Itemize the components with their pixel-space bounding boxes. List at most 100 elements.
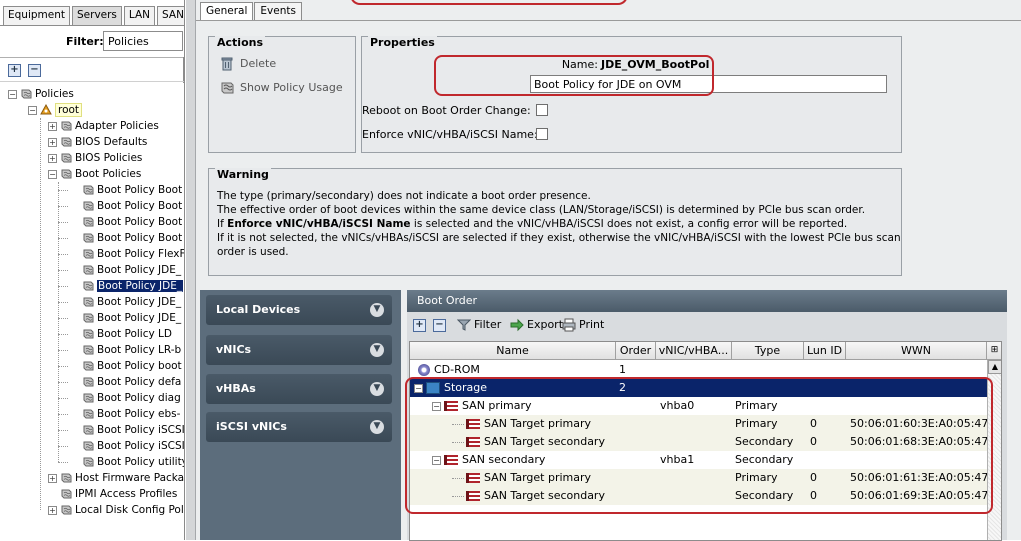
description-input[interactable] — [530, 75, 887, 93]
scroll-up-icon[interactable]: ▲ — [988, 360, 1001, 374]
policy-icon — [61, 473, 72, 483]
splitter[interactable] — [186, 0, 196, 540]
tree-item-root[interactable]: − root — [28, 102, 83, 118]
filter-button[interactable]: Filter — [457, 317, 501, 333]
enforce-checkbox[interactable] — [536, 128, 548, 140]
tree-item[interactable]: Boot Policy JDE_ — [70, 278, 184, 294]
tree-item[interactable]: + BIOS Defaults — [48, 134, 147, 150]
tab-san[interactable]: SAN — [157, 6, 184, 25]
tab-general[interactable]: General — [200, 2, 254, 21]
tree-item[interactable]: Boot Policy JDE_ — [70, 294, 181, 310]
policy-icon — [83, 297, 94, 307]
tree-item[interactable]: − Boot Policies — [48, 166, 141, 182]
export-icon — [510, 318, 524, 332]
collapse-icon[interactable]: − — [414, 383, 423, 393]
accordion-vhbas[interactable]: vHBAs ▼ — [206, 374, 392, 404]
expand-icon[interactable]: + — [48, 505, 57, 515]
collapse-icon[interactable]: − — [28, 105, 37, 115]
table-row[interactable]: − SAN primary vhba0 Primary — [410, 397, 987, 415]
tab-equipment[interactable]: Equipment — [3, 6, 70, 25]
column-header-vnic[interactable]: vNIC/vHBA... — [656, 342, 732, 360]
delete-action[interactable]: Delete — [219, 55, 276, 73]
vertical-scrollbar[interactable]: ▲ — [987, 360, 1001, 540]
tab-servers[interactable]: Servers — [72, 6, 122, 25]
column-chooser-icon[interactable]: ⊞ — [987, 342, 1001, 360]
policy-icon — [61, 137, 72, 147]
show-policy-usage-action[interactable]: Show Policy Usage — [219, 79, 343, 97]
row-type: Primary — [735, 399, 778, 412]
table-row[interactable]: − Storage 2 — [410, 379, 987, 397]
tree-item[interactable]: + Adapter Policies — [48, 118, 159, 134]
tree-item[interactable]: + Host Firmware Packa — [48, 470, 184, 486]
tree-item[interactable]: Boot Policy defa — [70, 374, 181, 390]
tree-item[interactable]: Boot Policy JDE_ — [70, 310, 181, 326]
accordion-vnics[interactable]: vNICs ▼ — [206, 335, 392, 365]
expand-icon[interactable]: + — [48, 153, 57, 163]
policy-icon — [221, 82, 234, 94]
expand-icon[interactable]: + — [48, 121, 57, 131]
tree-item[interactable]: Boot Policy Boot — [70, 198, 182, 214]
accordion-iscsi-vnics[interactable]: iSCSI vNICs ▼ — [206, 412, 392, 442]
policy-icon — [61, 153, 72, 163]
filter-select[interactable]: Policies — [103, 31, 183, 51]
collapse-icon[interactable]: − — [432, 455, 441, 465]
row-wwn — [850, 379, 987, 397]
tree-item[interactable]: Boot Policy utility — [70, 454, 184, 470]
table-row[interactable]: CD-ROM 1 — [410, 361, 987, 379]
tree-item[interactable]: Boot Policy Boot — [70, 182, 182, 198]
expand-icon[interactable]: + — [48, 137, 57, 147]
table-row[interactable]: SAN Target primary Primary 0 50:06:01:60:3E… — [410, 415, 987, 433]
collapse-icon[interactable]: − — [8, 89, 17, 99]
tree-item[interactable]: + BIOS Policies — [48, 150, 142, 166]
table-row[interactable]: SAN Target secondary Secondary 0 50:06:01:6… — [410, 433, 987, 451]
actions-group: Actions Delete Show Policy Usage — [208, 36, 356, 153]
table-row[interactable]: SAN Target secondary Secondary 0 50:06:01:6… — [410, 487, 987, 505]
row-lun: 0 — [810, 417, 817, 430]
chevron-down-icon: ▼ — [370, 303, 384, 317]
tree-item[interactable]: Boot Policy iSCSI — [70, 438, 184, 454]
tab-lan[interactable]: LAN — [123, 6, 156, 25]
chevron-down-icon: ▼ — [370, 343, 384, 357]
tree-item[interactable]: IPMI Access Profiles — [48, 486, 177, 502]
table-row[interactable]: − SAN secondary vhba1 Secondary — [410, 451, 987, 469]
reboot-checkbox[interactable] — [536, 104, 548, 116]
row-wwn — [850, 451, 987, 469]
tree-item[interactable]: Boot Policy JDE_ — [70, 262, 181, 278]
column-header-order[interactable]: Order — [616, 342, 656, 360]
warning-line: If Enforce vNIC/vHBA/iSCSI Name is selec… — [217, 218, 848, 230]
collapse-icon[interactable]: − — [48, 169, 57, 179]
remove-icon[interactable]: − — [433, 318, 446, 332]
tree-item[interactable]: Boot Policy LD — [70, 326, 172, 342]
policy-icon — [83, 345, 94, 355]
boot-order-table: Name Order vNIC/vHBA... Type Lun ID WWN … — [409, 341, 1002, 541]
table-row[interactable]: SAN Target primary Primary 0 50:06:01:61:3E… — [410, 469, 987, 487]
tree-item[interactable]: Boot Policy iSCSI — [70, 422, 184, 438]
tree-item[interactable]: Boot Policy LR-b — [70, 342, 181, 358]
tree-item[interactable]: Boot Policy Boot — [70, 214, 182, 230]
column-header-lun[interactable]: Lun ID — [804, 342, 846, 360]
expand-icon[interactable]: + — [48, 473, 57, 483]
collapse-icon[interactable]: − — [432, 401, 441, 411]
print-button[interactable]: Print — [562, 317, 604, 333]
tree-item[interactable]: Boot Policy boot — [70, 358, 182, 374]
row-name: SAN Target secondary — [484, 489, 605, 502]
tree-item[interactable]: Boot Policy FlexF — [70, 246, 184, 262]
tab-events[interactable]: Events — [254, 2, 302, 21]
san-target-icon — [466, 419, 480, 429]
tree-item[interactable]: + Local Disk Config Pol — [48, 502, 184, 518]
warning-line: The effective order of boot devices with… — [217, 204, 866, 216]
column-header-type[interactable]: Type — [732, 342, 804, 360]
collapse-all-icon[interactable]: − — [28, 64, 41, 77]
filter-label: Filter: — [66, 35, 104, 48]
accordion-local-devices[interactable]: Local Devices ▼ — [206, 295, 392, 325]
tree-item[interactable]: Boot Policy diag — [70, 390, 181, 406]
tree-item[interactable]: − Policies — [8, 86, 74, 102]
expand-all-icon[interactable]: + — [8, 64, 21, 77]
column-header-wwn[interactable]: WWN — [846, 342, 987, 360]
column-header-name[interactable]: Name — [410, 342, 616, 360]
tree-item[interactable]: Boot Policy Boot — [70, 230, 182, 246]
row-vnic — [660, 415, 730, 433]
tree-item[interactable]: Boot Policy ebs- — [70, 406, 180, 422]
add-icon[interactable]: + — [413, 318, 426, 332]
export-button[interactable]: Export — [510, 317, 563, 333]
